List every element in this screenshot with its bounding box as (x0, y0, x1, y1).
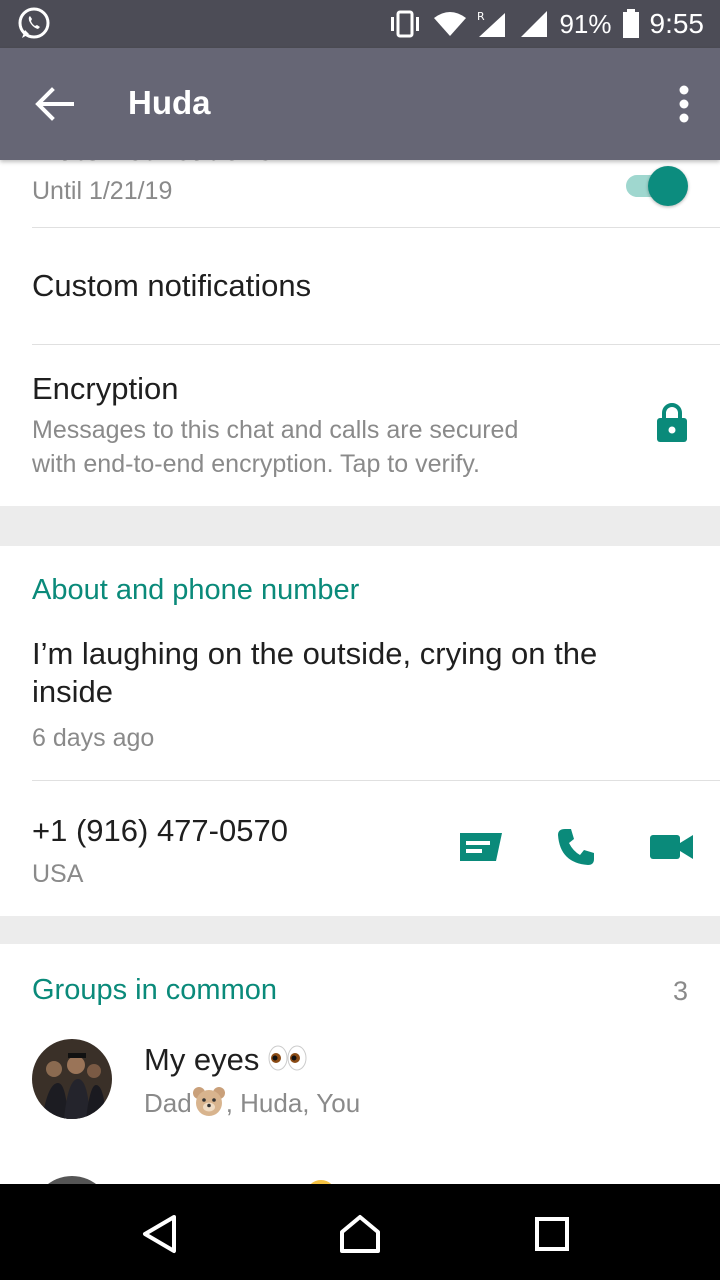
home-nav-icon[interactable] (338, 1214, 382, 1254)
mute-notifications-label: Mute notifications (32, 160, 273, 168)
status-bar: R 91% 9:55 (0, 0, 720, 48)
whatsapp-icon (18, 7, 50, 39)
toggle-thumb (648, 166, 688, 206)
groups-card: Groups in common 3 My eyes Dad , Huda, Y… (0, 944, 720, 1184)
mute-until-text: Until 1/21/19 (32, 177, 173, 205)
group-members-rest: , Huda, You (225, 1088, 361, 1118)
about-status-line2: inside (32, 674, 113, 709)
bear-emoji-icon (192, 1086, 226, 1124)
back-nav-icon[interactable] (140, 1214, 180, 1254)
group-members: Dad , Huda, You (144, 1086, 360, 1124)
phone-row[interactable]: +1 (916) 477-0570 USA (0, 781, 720, 916)
recents-nav-icon[interactable] (534, 1214, 570, 1254)
mute-toggle[interactable] (626, 164, 690, 208)
encryption-description-line2: with end-to-end encryption. Tap to verif… (32, 450, 480, 478)
group-name-text: My eyes (144, 1042, 260, 1077)
wifi-icon (434, 12, 467, 36)
phone-country: USA (32, 860, 84, 888)
back-arrow-icon[interactable] (34, 86, 74, 122)
group-list-item-partial[interactable] (0, 1172, 720, 1184)
vibrate-icon (391, 10, 420, 38)
phone-call-icon[interactable] (556, 827, 596, 867)
system-nav-bar (0, 1184, 720, 1280)
encryption-label: Encryption (32, 371, 179, 406)
contact-name-title: Huda (128, 84, 211, 121)
custom-notifications-label: Custom notifications (32, 268, 312, 303)
battery-icon (622, 9, 639, 38)
svg-text:R: R (477, 10, 485, 23)
about-status-line1: I’m laughing on the outside, crying on t… (32, 636, 598, 671)
signal-roaming-icon: R (477, 10, 506, 37)
eyes-emoji-icon (268, 1044, 308, 1080)
video-call-icon[interactable] (650, 833, 694, 861)
encryption-description-line1: Messages to this chat and calls are secu… (32, 416, 519, 444)
message-icon[interactable] (458, 831, 504, 865)
encryption-row[interactable]: Encryption Messages to this chat and cal… (0, 345, 720, 505)
app-bar: Huda (0, 48, 720, 160)
groups-count: 3 (672, 976, 688, 1006)
lock-icon (657, 403, 687, 442)
phone-number: +1 (916) 477-0570 (32, 813, 288, 848)
group-member-dad: Dad (144, 1088, 192, 1118)
group-avatar (32, 1039, 112, 1119)
group-avatar (32, 1176, 112, 1184)
about-status-time: 6 days ago (32, 724, 155, 752)
signal-icon (521, 11, 548, 37)
more-options-icon[interactable] (678, 84, 690, 124)
groups-section-title: Groups in common (32, 974, 277, 1006)
battery-percent: 91% (559, 8, 612, 39)
notifications-card: Mute notifications Until 1/21/19 Custom … (0, 160, 720, 506)
mute-notifications-row[interactable]: Mute notifications Until 1/21/19 (0, 160, 720, 228)
clock: 9:55 (649, 8, 705, 39)
group-name: My eyes (144, 1042, 308, 1080)
custom-notifications-row[interactable]: Custom notifications (0, 228, 720, 344)
contact-info-scroll[interactable]: Mute notifications Until 1/21/19 Custom … (0, 160, 720, 1184)
about-status-row[interactable]: I’m laughing on the outside, crying on t… (0, 626, 720, 780)
about-card: About and phone number I’m laughing on t… (0, 546, 720, 916)
group-list-item[interactable]: My eyes Dad , Huda, You (0, 1032, 720, 1162)
about-section-title: About and phone number (32, 574, 360, 606)
